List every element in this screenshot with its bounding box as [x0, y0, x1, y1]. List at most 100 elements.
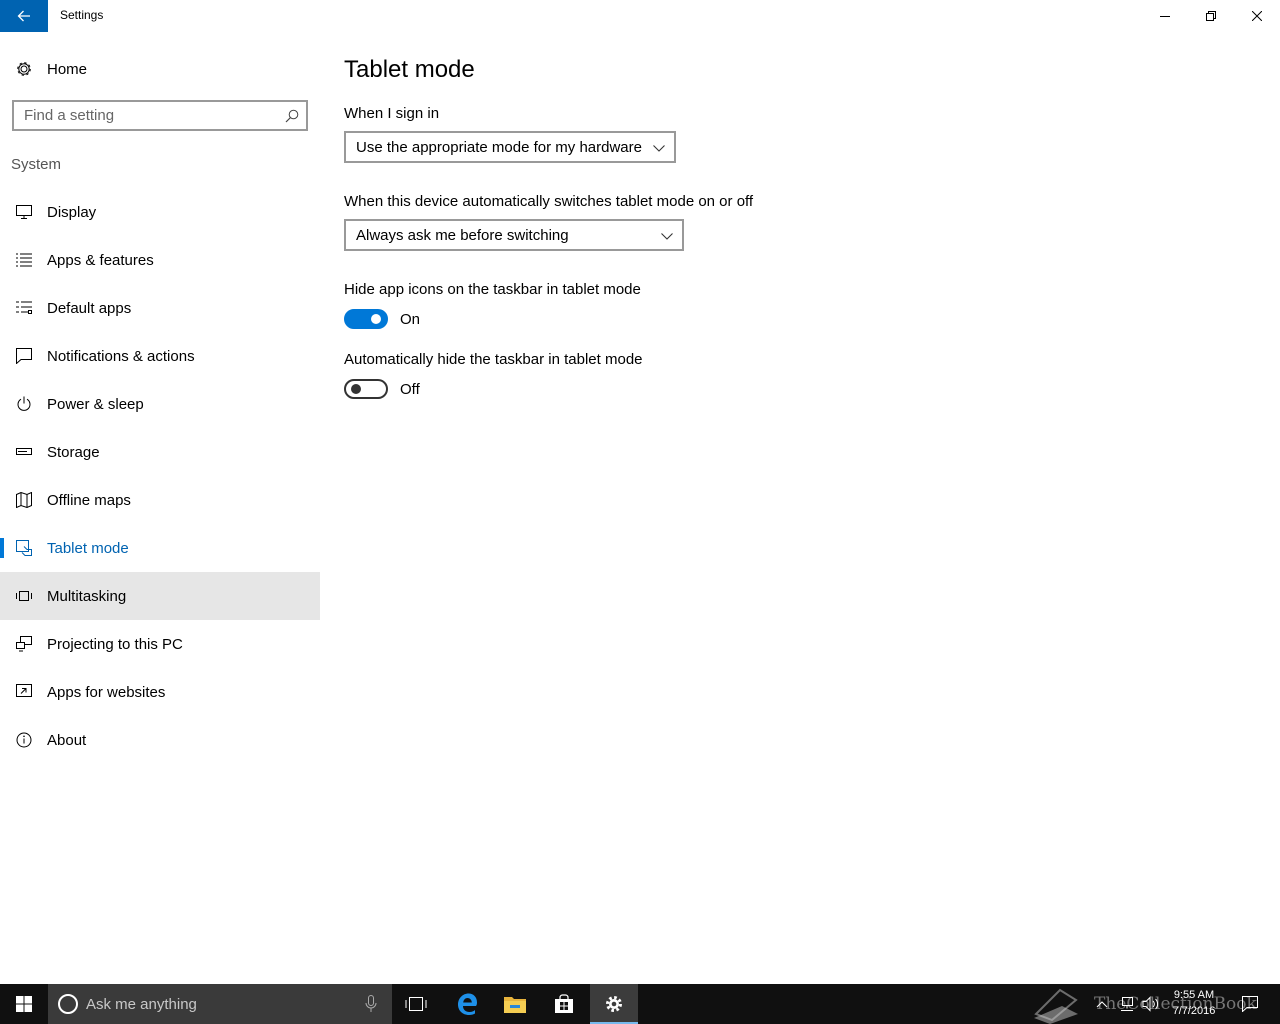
show-hidden-icons-button[interactable]: [1092, 984, 1112, 1024]
apps-websites-icon: [14, 682, 34, 702]
back-arrow-icon: [17, 10, 30, 22]
monitor-icon: [14, 202, 34, 222]
sidebar-item-label: Display: [47, 203, 97, 221]
info-icon: [14, 730, 34, 750]
book-logo-icon: [1034, 988, 1078, 1024]
title-bar: Settings: [0, 0, 1280, 32]
start-button[interactable]: [0, 984, 48, 1024]
network-icon: [1121, 997, 1133, 1011]
home-label: Home: [47, 60, 88, 78]
cortana-icon: [58, 994, 78, 1014]
sidebar-item-offline-maps[interactable]: Offline maps: [0, 476, 320, 524]
sidebar-item-label: Power & sleep: [47, 395, 144, 413]
hide-icons-state: On: [400, 310, 421, 328]
taskbar: Ask me anything TheCollectionBook 9:55 A…: [0, 984, 1280, 1024]
map-icon: [14, 490, 34, 510]
chevron-up-icon: [1096, 1001, 1108, 1008]
hide-taskbar-label: Automatically hide the taskbar in tablet…: [344, 351, 643, 368]
sidebar-item-about[interactable]: About: [0, 716, 320, 764]
edge-icon: [458, 993, 477, 1015]
sidebar-item-display[interactable]: Display: [0, 188, 320, 236]
signin-mode-dropdown[interactable]: Use the appropriate mode for my hardware: [344, 131, 676, 163]
sidebar-item-tablet-mode[interactable]: Tablet mode: [0, 524, 320, 572]
sidebar-item-apps-features[interactable]: Apps & features: [0, 236, 320, 284]
sidebar-item-default-apps[interactable]: Default apps: [0, 284, 320, 332]
storage-icon: [14, 442, 34, 462]
file-explorer-button[interactable]: [491, 984, 539, 1024]
clock-date: 7/7/2016: [1172, 1005, 1216, 1017]
sidebar-item-label: Tablet mode: [47, 539, 129, 557]
action-center-button[interactable]: [1234, 984, 1266, 1024]
sidebar-item-label: Apps for websites: [47, 683, 166, 701]
hide-taskbar-state: Off: [400, 380, 420, 398]
settings-taskbar-button[interactable]: [590, 984, 638, 1024]
close-button[interactable]: [1234, 0, 1280, 32]
sidebar-item-projecting[interactable]: Projecting to this PC: [0, 620, 320, 668]
hide-icons-setting: On: [344, 309, 420, 329]
edge-button[interactable]: [443, 984, 491, 1024]
sidebar-item-storage[interactable]: Storage: [0, 428, 320, 476]
search-icon: [285, 109, 299, 123]
sidebar-item-multitasking[interactable]: Multitasking: [0, 572, 320, 620]
tablet-mode-icon: [14, 538, 34, 558]
hide-icons-toggle[interactable]: [344, 309, 388, 329]
sidebar-item-apps-websites[interactable]: Apps for websites: [0, 668, 320, 716]
microphone-icon[interactable]: [364, 995, 378, 1013]
action-center-icon: [1242, 996, 1258, 1012]
nav-list: Display Apps & features Default apps Not…: [0, 188, 320, 764]
power-icon: [14, 394, 34, 414]
minimize-icon: [1160, 16, 1170, 17]
signin-label: When I sign in: [344, 105, 440, 122]
sidebar: Home System Display Apps & features Defa…: [0, 32, 320, 984]
search-input[interactable]: [24, 107, 274, 124]
sidebar-item-label: Storage: [47, 443, 100, 461]
sidebar-item-label: Multitasking: [47, 587, 127, 605]
sidebar-item-label: About: [47, 731, 87, 749]
switch-behavior-dropdown[interactable]: Always ask me before switching: [344, 219, 684, 251]
sidebar-item-label: Notifications & actions: [47, 347, 195, 365]
switch-behavior-value: Always ask me before switching: [356, 226, 569, 244]
volume-button[interactable]: [1140, 984, 1162, 1024]
hide-taskbar-toggle[interactable]: [344, 379, 388, 399]
windows-logo-icon: [16, 996, 32, 1012]
restore-button[interactable]: [1188, 0, 1234, 32]
gear-icon: [606, 996, 622, 1012]
hide-taskbar-setting: Off: [344, 379, 420, 399]
restore-icon: [1206, 11, 1216, 21]
network-button[interactable]: [1116, 984, 1138, 1024]
chevron-down-icon: [653, 145, 665, 152]
clock[interactable]: 9:55 AM 7/7/2016: [1164, 987, 1224, 1019]
sidebar-item-notifications[interactable]: Notifications & actions: [0, 332, 320, 380]
sidebar-item-label: Apps & features: [47, 251, 154, 269]
projecting-icon: [14, 634, 34, 654]
window-title: Settings: [60, 8, 104, 22]
section-heading: System: [11, 156, 62, 173]
default-apps-icon: [14, 298, 34, 318]
page-title: Tablet mode: [344, 56, 475, 83]
volume-icon: [1142, 996, 1159, 1012]
home-link[interactable]: Home: [0, 47, 320, 91]
cortana-placeholder: Ask me anything: [86, 995, 197, 1013]
gear-icon: [14, 59, 34, 79]
toggle-knob: [351, 384, 361, 394]
sidebar-item-label: Offline maps: [47, 491, 131, 509]
find-setting-search[interactable]: [12, 100, 308, 131]
clock-time: 9:55 AM: [1173, 989, 1215, 1001]
task-view-button[interactable]: [392, 984, 440, 1024]
list-icon: [14, 250, 34, 270]
chevron-down-icon: [661, 233, 673, 240]
switch-label: When this device automatically switches …: [344, 193, 754, 210]
cortana-search-box[interactable]: Ask me anything: [48, 984, 392, 1024]
store-button[interactable]: [540, 984, 588, 1024]
folder-icon: [504, 997, 526, 1013]
task-view-icon: [405, 997, 427, 1011]
notification-icon: [14, 346, 34, 366]
signin-mode-value: Use the appropriate mode for my hardware: [356, 138, 642, 156]
sidebar-item-label: Default apps: [47, 299, 132, 317]
store-icon: [555, 994, 573, 1013]
close-icon: [1252, 11, 1262, 21]
minimize-button[interactable]: [1142, 0, 1188, 32]
sidebar-item-power-sleep[interactable]: Power & sleep: [0, 380, 320, 428]
back-button[interactable]: [0, 0, 48, 32]
multitasking-icon: [14, 586, 34, 606]
